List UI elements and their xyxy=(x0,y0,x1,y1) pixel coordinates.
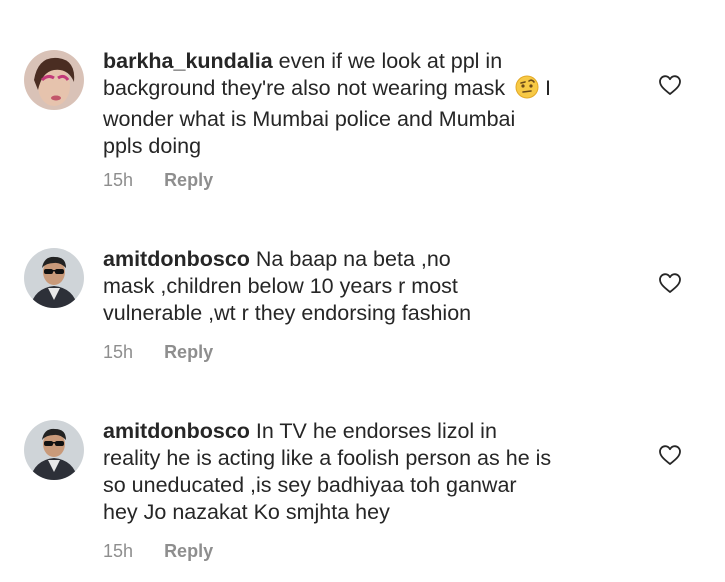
avatar[interactable] xyxy=(24,248,84,308)
timestamp: 15h xyxy=(103,342,134,362)
comment-text: hey Jo nazakat Ko smjhta hey xyxy=(103,500,390,524)
avatar-photo xyxy=(24,248,84,308)
timestamp: 15h xyxy=(103,541,134,561)
comment-text: mask ,children below 10 years r most xyxy=(103,274,458,298)
reply-button[interactable]: Reply xyxy=(164,342,213,362)
heart-outline-icon[interactable] xyxy=(658,444,682,466)
timestamp: 15h xyxy=(103,170,134,190)
username[interactable]: amitdonbosco xyxy=(103,419,250,443)
heart-outline-icon[interactable] xyxy=(658,74,682,96)
comment-text: even if we look at ppl in xyxy=(278,49,503,73)
comment-text: wonder what is Mumbai police and Mumbai xyxy=(103,107,516,131)
raised-eyebrow-emoji-icon xyxy=(515,75,539,106)
comment-text: I xyxy=(539,76,552,100)
comment-text: so uneducated ,is sey badhiyaa toh ganwa… xyxy=(103,473,517,497)
comment-text: vulnerable ,wt r they endorsing fashion xyxy=(103,301,472,325)
comment-text: reality he is acting like a foolish pers… xyxy=(103,446,552,470)
heart-outline-icon[interactable] xyxy=(658,272,682,294)
comment-text: Na baap na beta ,no xyxy=(255,247,451,271)
comment-text: background they're also not wearing mask xyxy=(103,76,506,100)
reply-button[interactable]: Reply xyxy=(164,541,213,561)
username[interactable]: barkha_kundalia xyxy=(103,49,273,73)
reply-button[interactable]: Reply xyxy=(164,170,213,190)
avatar-photo xyxy=(24,50,84,110)
avatar-photo xyxy=(24,420,84,480)
avatar[interactable] xyxy=(24,420,84,480)
comment-text: In TV he endorses lizol in xyxy=(255,419,497,443)
username[interactable]: amitdonbosco xyxy=(103,247,250,271)
comment-text: ppls doing xyxy=(103,134,202,158)
avatar[interactable] xyxy=(24,50,84,110)
